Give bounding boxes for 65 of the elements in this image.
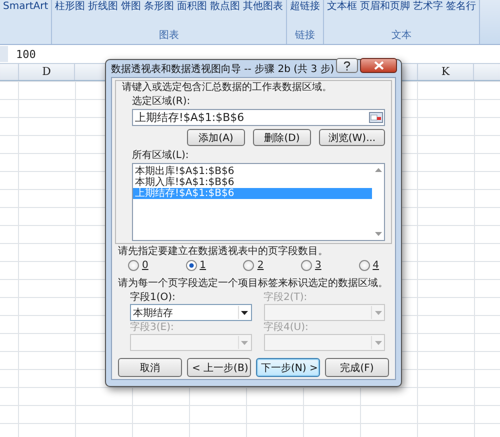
dialog-button[interactable]: 删除(D): [253, 129, 311, 146]
collapse-dialog-icon[interactable]: [369, 112, 383, 123]
group-label: 文本: [390, 28, 413, 42]
formula-field[interactable]: 100: [8, 48, 36, 60]
dialog-button[interactable]: < 上一步(B): [187, 358, 251, 377]
ribbon-button[interactable]: 艺术字: [413, 1, 444, 13]
ribbon-button[interactable]: 柱形图: [55, 1, 86, 13]
ribbon-button[interactable]: 签名行: [446, 1, 476, 13]
prompt-text: 请为每一个页字段选定一个项目标签来标识选定的数据区域。: [118, 277, 388, 290]
radio-option[interactable]: 2: [243, 260, 264, 271]
group-label: 链接: [294, 28, 316, 42]
dialog-button[interactable]: 取消: [118, 358, 182, 377]
field-combo[interactable]: 本期结存: [130, 304, 252, 321]
close-button[interactable]: [360, 58, 397, 73]
list-label: 所有区域(L):: [132, 149, 189, 162]
radio-option[interactable]: 4: [358, 260, 379, 271]
radio-button[interactable]: [243, 260, 254, 271]
close-icon: [374, 61, 384, 70]
dropdown-icon: [374, 310, 382, 314]
ribbon-button[interactable]: 超链接: [290, 1, 320, 13]
dropdown-icon: [374, 340, 382, 344]
prompt-text: 请先指定要建立在数据透视表中的页字段数目。: [118, 245, 328, 258]
ribbon-button[interactable]: 面积图: [177, 1, 208, 13]
dialog-button[interactable]: 添加(A): [187, 129, 245, 146]
help-icon: [343, 60, 352, 70]
dialog-button[interactable]: 下一步(N) >: [256, 358, 320, 377]
ribbon-button[interactable]: 文本框: [327, 1, 358, 13]
dialog-button[interactable]: 完成(F): [325, 358, 389, 377]
group-label: 图表: [158, 28, 180, 42]
radio-option[interactable]: 1: [186, 260, 206, 271]
ribbon-button[interactable]: 折线图: [88, 1, 118, 13]
instruction-text: 请键入或选定包含汇总数据的工作表数据区域。: [122, 81, 332, 94]
window-title: 数据透视表和数据透视图向导 -- 步骤 2b (共 3 步): [111, 62, 334, 76]
column-header[interactable]: D: [18, 64, 75, 80]
column-header[interactable]: K: [417, 64, 474, 80]
field-combo[interactable]: [130, 334, 252, 351]
scroll-down-icon[interactable]: [374, 232, 382, 236]
fx-box: [0, 46, 8, 62]
ribbon-button[interactable]: 其他图表: [243, 1, 284, 13]
help-button[interactable]: [336, 58, 358, 73]
ribbon-button[interactable]: 散点图: [210, 1, 240, 13]
radio-button[interactable]: [128, 260, 139, 271]
radio-button[interactable]: [358, 260, 370, 271]
field-label: 选定区域(R):: [132, 95, 190, 108]
field-combo[interactable]: [264, 304, 385, 321]
dropdown-icon: [241, 340, 248, 344]
dropdown-icon: [241, 310, 248, 314]
range-field[interactable]: 上期结存!$A$1:$B$6: [132, 109, 385, 126]
field-combo[interactable]: [264, 334, 385, 351]
list-item[interactable]: 本期入库!$A$1:$B$6: [133, 177, 372, 188]
field-label: 字段1(O):: [130, 291, 176, 304]
radio-option[interactable]: 0: [128, 260, 148, 271]
field-label: 字段4(U):: [264, 321, 308, 334]
list-item[interactable]: 本期出库!$A$1:$B$6: [133, 166, 372, 177]
field-label: 字段3(E):: [130, 321, 174, 334]
radio-button[interactable]: [186, 260, 197, 271]
ribbon-button[interactable]: 条形图: [144, 1, 174, 13]
ribbon-button[interactable]: SmartArt: [3, 1, 48, 13]
scroll-up-icon[interactable]: [374, 168, 382, 172]
ribbon-button[interactable]: 页眉和页脚: [360, 1, 410, 13]
field-label: 字段2(T):: [264, 291, 308, 304]
ribbon-button[interactable]: 饼图: [121, 1, 142, 13]
radio-option[interactable]: 3: [300, 260, 322, 271]
dialog-button[interactable]: 浏览(W)...: [319, 129, 385, 146]
radio-button[interactable]: [300, 260, 312, 271]
